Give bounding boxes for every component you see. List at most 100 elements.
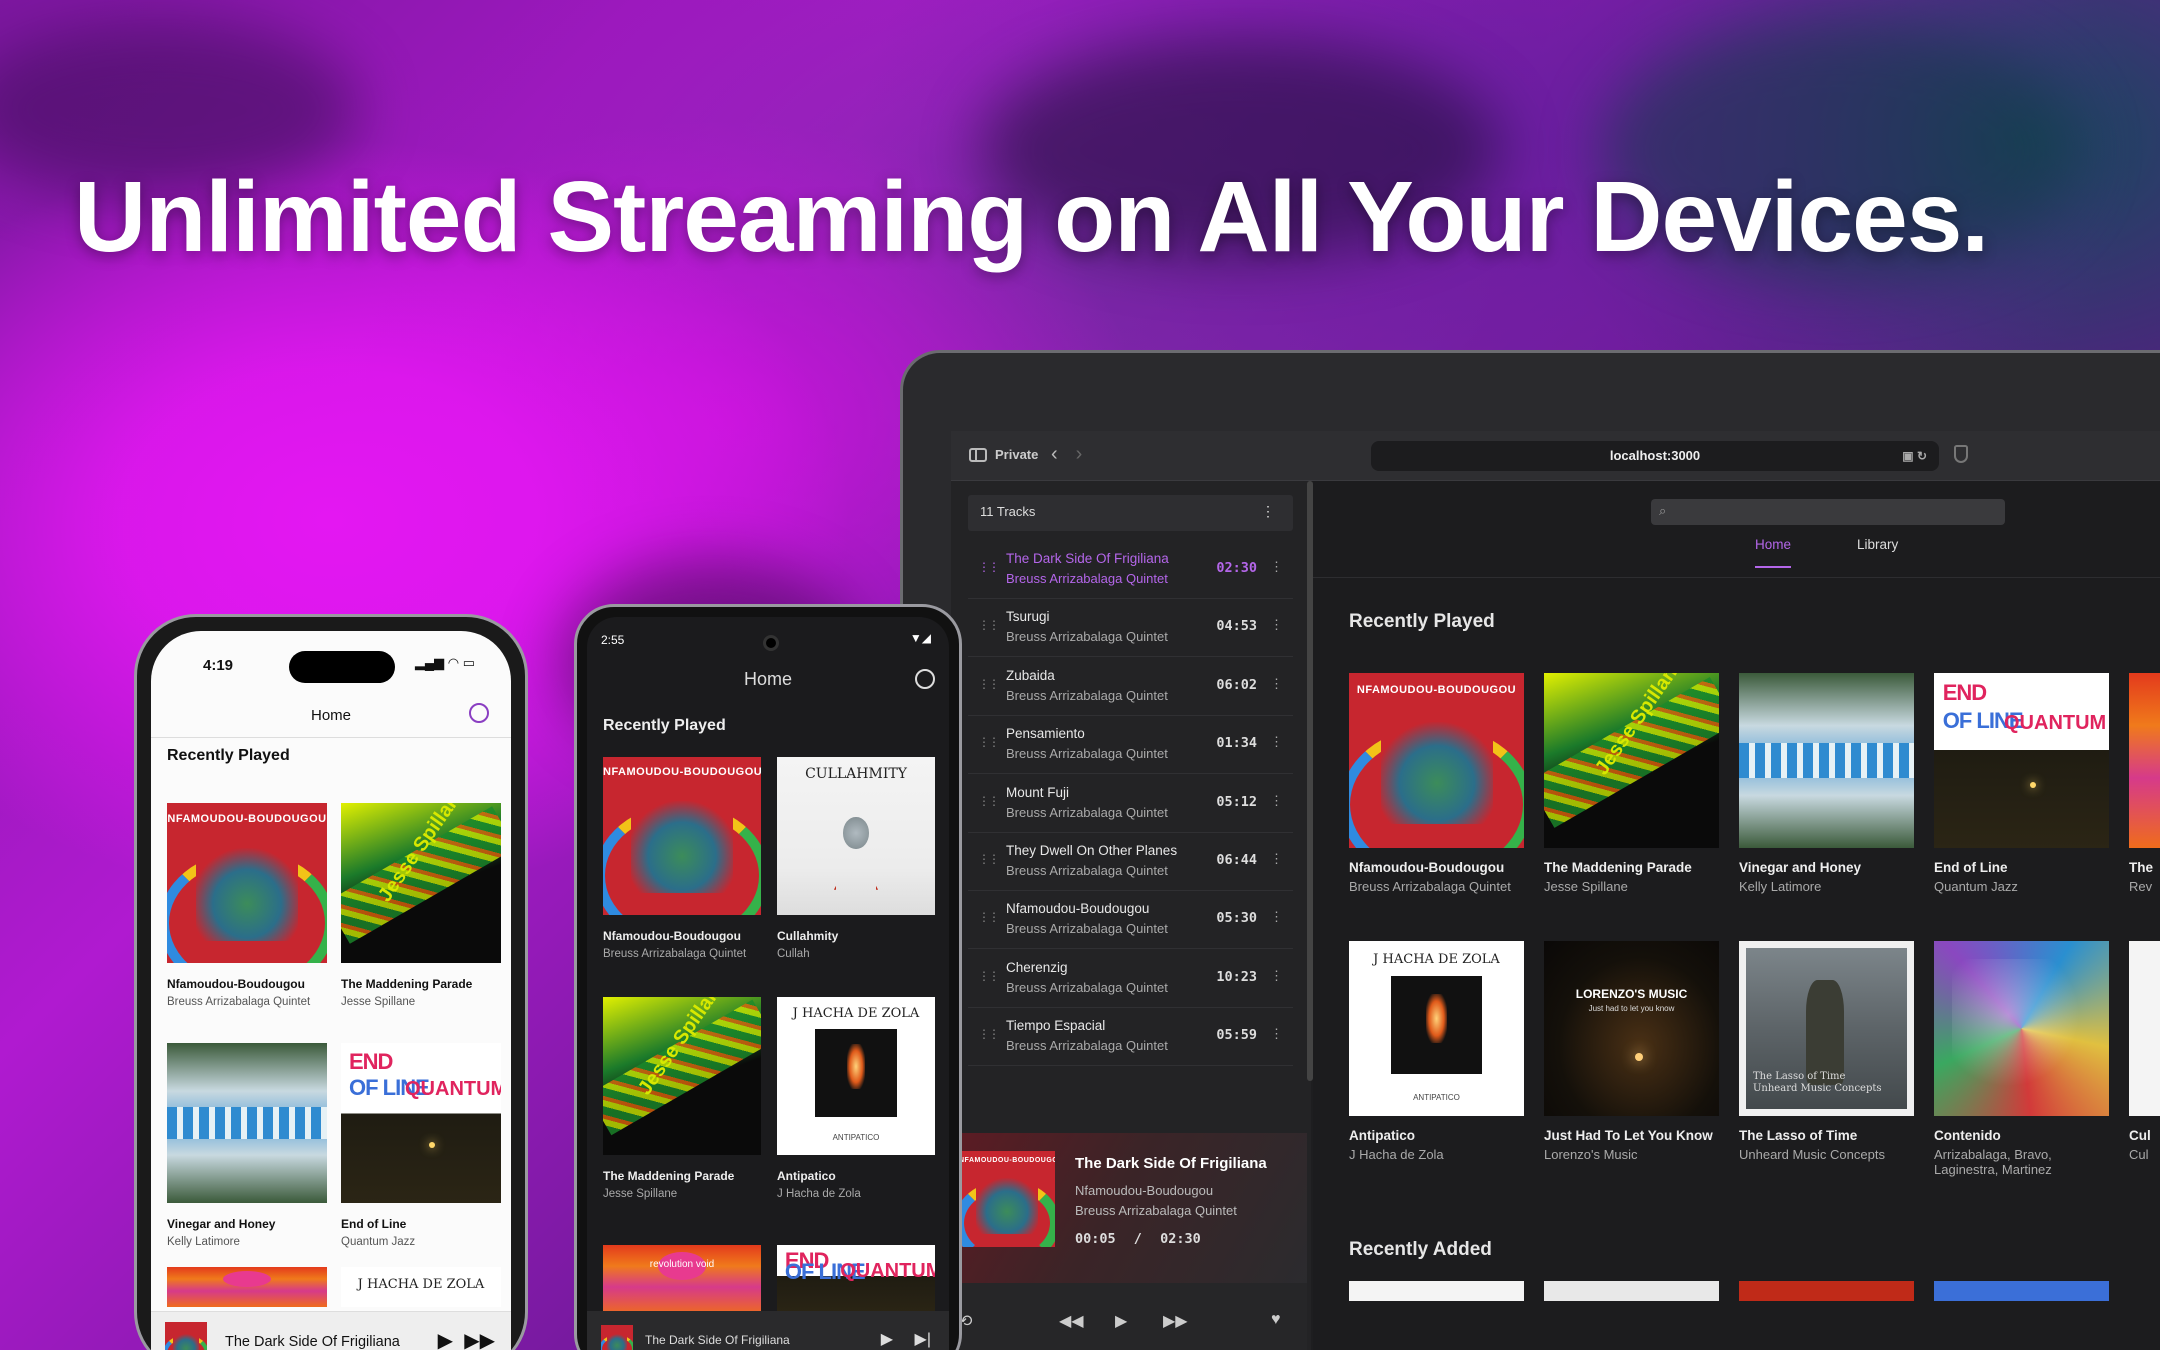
skip-next-icon[interactable]: ▶|: [915, 1329, 931, 1349]
mini-player[interactable]: The Dark Side Of Frigiliana ▶ ▶|: [587, 1311, 949, 1350]
track-title: Cherenzig: [1006, 959, 1068, 975]
reload-icon[interactable]: ▣ ↻: [1902, 441, 1927, 471]
mini-player[interactable]: The Dark Side Of Frigiliana ▶ ▶▶: [151, 1311, 511, 1350]
album-artist: Quantum Jazz: [1934, 879, 2018, 894]
album-card[interactable]: CULLAHMITY Cullahmity Cullah: [777, 757, 935, 960]
album-card[interactable]: Jesse Spillane The Maddening Parade Jesse …: [341, 803, 501, 1008]
fast-forward-icon[interactable]: ▶▶: [464, 1328, 495, 1350]
drag-handle-icon[interactable]: ⋮⋮: [978, 852, 1000, 866]
album-artist: Quantum Jazz: [341, 1236, 416, 1248]
now-playing-album: Nfamoudou-Boudougou: [1075, 1183, 1214, 1198]
album-artist: Breuss Arrizabalaga Quintet: [167, 996, 311, 1008]
album-art-partial[interactable]: [1349, 1281, 1524, 1301]
album-card[interactable]: LORENZO'S MUSIC Just had to let you know J…: [1544, 941, 1719, 1162]
album-card[interactable]: Jesse Spillane The Maddening Parade Jesse …: [603, 997, 761, 1200]
more-icon[interactable]: ⋮: [1261, 503, 1275, 520]
status-icons: ▼◢: [909, 631, 931, 645]
album-card[interactable]: ENDOF LINEQUANTUM JAZZ End of Line Quantum…: [341, 1043, 501, 1248]
play-icon[interactable]: ▶: [1115, 1311, 1127, 1331]
shield-icon[interactable]: [1954, 445, 1968, 463]
drag-handle-icon[interactable]: ⋮⋮: [978, 910, 1000, 924]
queue-track-row[interactable]: ⋮⋮ Mount Fuji Breuss Arrizabalaga Quintet 0…: [968, 775, 1293, 833]
drag-handle-icon[interactable]: ⋮⋮: [978, 1027, 1000, 1041]
album-card[interactable]: Cul Cul: [2129, 941, 2160, 1162]
album-card[interactable]: NFAMOUDOU-BOUDOUGOU Nfamoudou-Boudougou Br…: [603, 757, 761, 960]
track-duration: 01:34: [1216, 735, 1257, 752]
tab-home[interactable]: Home: [1755, 537, 1792, 568]
track-more-icon[interactable]: ⋮: [1270, 734, 1283, 750]
track-title: Tsurugi: [1006, 609, 1050, 625]
album-art-partial[interactable]: ENDOF LINEQUANTUM JAZZ: [777, 1245, 935, 1315]
track-more-icon[interactable]: ⋮: [1270, 968, 1283, 984]
play-icon[interactable]: ▶: [881, 1329, 893, 1349]
album-artist: Jesse Spillane: [1544, 879, 1628, 894]
album-card[interactable]: ENDOF LINEQUANTUM JAZZ End of Line Quantum…: [1934, 673, 2109, 894]
queue-track-row[interactable]: ⋮⋮ They Dwell On Other Planes Breuss Arriz…: [968, 833, 1293, 891]
drag-handle-icon[interactable]: ⋮⋮: [978, 969, 1000, 983]
search-input[interactable]: ⌕: [1651, 499, 2005, 525]
queue-track-row[interactable]: ⋮⋮ Cherenzig Breuss Arrizabalaga Quintet 10…: [968, 950, 1293, 1008]
track-more-icon[interactable]: ⋮: [1270, 676, 1283, 692]
track-artist: Breuss Arrizabalaga Quintet: [1006, 863, 1168, 878]
track-artist: Breuss Arrizabalaga Quintet: [1006, 1038, 1168, 1054]
rewind-icon[interactable]: ◀◀: [1059, 1311, 1084, 1331]
album-title: Antipatico: [1349, 1128, 1415, 1143]
album-card[interactable]: Vinegar and Honey Kelly Latimore: [1739, 673, 1914, 894]
album-art-partial[interactable]: [167, 1267, 327, 1307]
tab-library[interactable]: Library: [1857, 537, 1898, 566]
laptop-frame: Private ‹› localhost:3000 ▣ ↻ 11 Tracks …: [900, 350, 2160, 1350]
url-bar[interactable]: localhost:3000 ▣ ↻: [1371, 441, 1939, 471]
album-art-partial[interactable]: [1739, 1281, 1914, 1301]
album-card[interactable]: NFAMOUDOU-BOUDOUGOU Nfamoudou-Boudougou Br…: [1349, 673, 1524, 894]
album-art-partial[interactable]: [1544, 1281, 1719, 1301]
track-more-icon[interactable]: ⋮: [1270, 559, 1283, 575]
album-art-partial[interactable]: revolution void: [603, 1245, 761, 1315]
album-card[interactable]: J HACHA DE ZOLA ANTIPATICO Antipatico J Hac…: [777, 997, 935, 1200]
drag-handle-icon[interactable]: ⋮⋮: [978, 735, 1000, 749]
queue-track-row[interactable]: ⋮⋮ Pensamiento Breuss Arrizabalaga Quintet…: [968, 716, 1293, 775]
album-card[interactable]: NFAMOUDOU-BOUDOUGOU Nfamoudou-Boudougou Br…: [167, 803, 327, 1008]
play-icon[interactable]: ▶: [438, 1328, 453, 1350]
album-artist: J Hacha de Zola: [1349, 1147, 1444, 1162]
album-art: The Lasso of Time Unheard Music Concepts: [1739, 941, 1914, 1116]
album-art: ENDOF LINEQUANTUM JAZZ: [341, 1043, 501, 1203]
forward-icon[interactable]: ›: [1076, 443, 1101, 465]
album-card[interactable]: Contenido Arrizabalaga, Bravo, Laginestra…: [1934, 941, 2109, 1177]
status-icons: ▂▄▆ ◠ ▭: [414, 655, 475, 670]
user-icon[interactable]: [469, 703, 489, 723]
user-icon[interactable]: [915, 669, 935, 689]
drag-handle-icon[interactable]: ⋮⋮: [978, 618, 1000, 632]
drag-handle-icon[interactable]: ⋮⋮: [978, 794, 1000, 808]
album-card[interactable]: J HACHA DE ZOLA ANTIPATICO Antipatico J Hac…: [1349, 941, 1524, 1162]
track-more-icon[interactable]: ⋮: [1270, 851, 1283, 867]
album-artist: Unheard Music Concepts: [1739, 1147, 1885, 1162]
sidebar-toggle[interactable]: Private: [969, 447, 1038, 462]
queue-track-row[interactable]: ⋮⋮ Zubaida Breuss Arrizabalaga Quintet 06:0…: [968, 658, 1293, 716]
album-art-partial[interactable]: [1934, 1281, 2109, 1301]
album-card[interactable]: Vinegar and Honey Kelly Latimore: [167, 1043, 327, 1248]
album-card[interactable]: The Lasso of Time Unheard Music Concepts T…: [1739, 941, 1914, 1162]
track-more-icon[interactable]: ⋮: [1270, 617, 1283, 633]
album-title: The Maddening Parade: [341, 977, 473, 991]
back-icon[interactable]: ‹: [1051, 443, 1076, 465]
album-card[interactable]: Jesse Spillane The Maddening Parade Jesse …: [1544, 673, 1719, 894]
android-frame: 2:55 ▼◢ Home Recently Played NFAMOUDOU-B…: [574, 604, 962, 1350]
track-more-icon[interactable]: ⋮: [1270, 909, 1283, 925]
album-art-partial[interactable]: J HACHA DE ZOLA: [341, 1267, 501, 1307]
web-app: 11 Tracks ⋮ ⋮⋮ The Dark Side Of Frigilian…: [951, 481, 2160, 1350]
heart-icon[interactable]: ♥: [1271, 1311, 1281, 1329]
drag-handle-icon[interactable]: ⋮⋮: [978, 677, 1000, 691]
album-card[interactable]: The Rev: [2129, 673, 2160, 894]
queue-track-row[interactable]: ⋮⋮ Tsurugi Breuss Arrizabalaga Quintet 04:5…: [968, 599, 1293, 658]
album-title: Nfamoudou-Boudougou: [167, 977, 305, 991]
queue-track-row[interactable]: ⋮⋮ The Dark Side Of Frigiliana Breuss Arri…: [968, 541, 1293, 599]
drag-handle-icon[interactable]: ⋮⋮: [978, 560, 1000, 574]
camera-cutout: [763, 635, 779, 651]
queue-track-row[interactable]: ⋮⋮ Tiempo Espacial Breuss Arrizabalaga Qui…: [968, 1008, 1293, 1067]
mini-player-title: The Dark Side Of Frigiliana: [645, 1333, 790, 1347]
queue-track-row[interactable]: ⋮⋮ Nfamoudou-Boudougou Breuss Arrizabalaga…: [968, 891, 1293, 950]
fast-forward-icon[interactable]: ▶▶: [1163, 1311, 1188, 1331]
iphone-frame: 4:19 ▂▄▆ ◠ ▭ Home Recently Played NFAMOU…: [134, 614, 528, 1350]
track-more-icon[interactable]: ⋮: [1270, 793, 1283, 809]
track-more-icon[interactable]: ⋮: [1270, 1026, 1283, 1042]
